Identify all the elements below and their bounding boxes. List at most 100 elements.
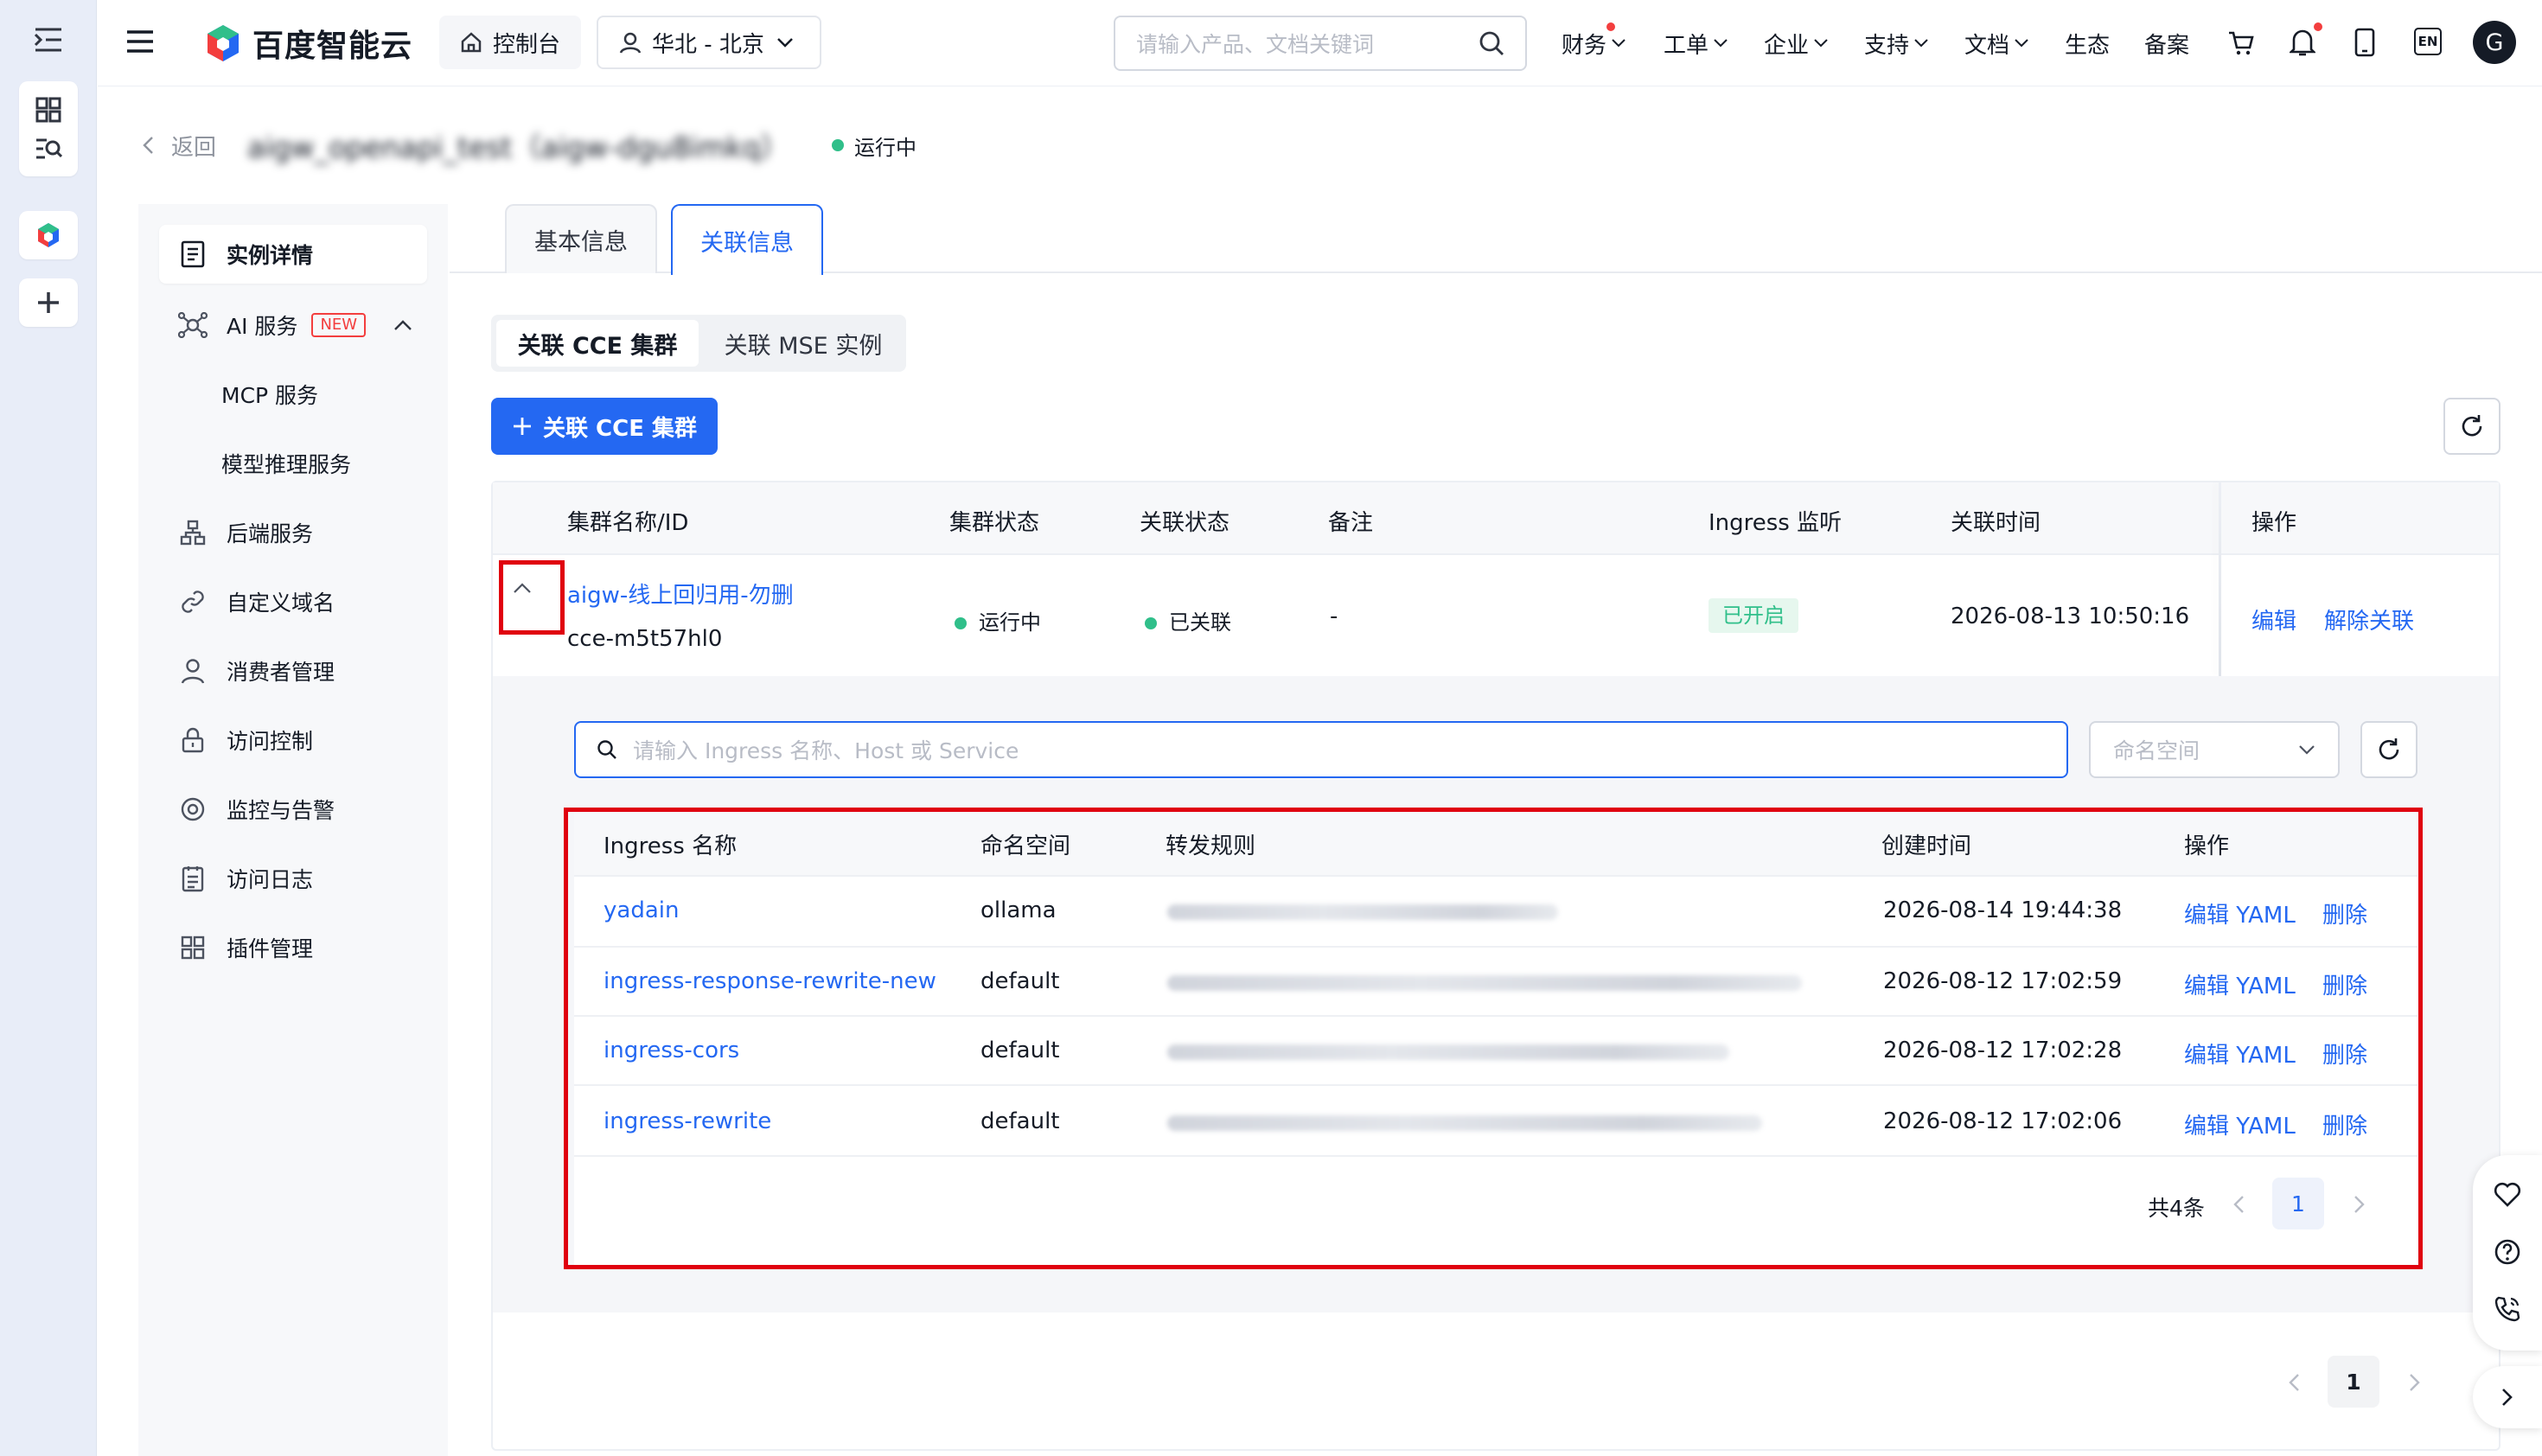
mobile-icon[interactable] bbox=[2354, 28, 2376, 57]
avatar-letter: G bbox=[2485, 29, 2504, 56]
grid-icon bbox=[178, 933, 208, 962]
product-cube-icon[interactable] bbox=[19, 211, 78, 259]
namespace-select[interactable]: 命名空间 bbox=[2089, 721, 2340, 778]
outer-next-page-icon[interactable] bbox=[2409, 1373, 2421, 1392]
bell-icon[interactable] bbox=[2290, 28, 2315, 57]
col-cluster-status: 集群状态 bbox=[949, 510, 1040, 536]
global-search-input[interactable]: 请输入产品、文档关键词 bbox=[1136, 28, 1374, 59]
sidebar-item-access-log[interactable]: 访问日志 bbox=[159, 849, 427, 908]
cluster-name-link[interactable]: aigw-线上回归用-勿删 bbox=[567, 578, 794, 610]
sidebar-item-ai-service[interactable]: AI 服务 NEW bbox=[159, 296, 427, 354]
global-search[interactable]: 请输入产品、文档关键词 bbox=[1114, 16, 1527, 71]
floating-expand-button[interactable] bbox=[2473, 1366, 2542, 1428]
sidebar-item-plugin[interactable]: 插件管理 bbox=[159, 918, 427, 977]
segment-cce-label: 关联 CCE 集群 bbox=[517, 332, 678, 360]
segment-mse-label: 关联 MSE 实例 bbox=[724, 332, 883, 360]
sidebar-item-access-control[interactable]: 访问控制 bbox=[159, 711, 427, 770]
cluster-status: 运行中 bbox=[955, 605, 1041, 635]
chevron-down-icon bbox=[1814, 39, 1828, 48]
log-icon bbox=[178, 864, 208, 893]
floating-toolbar bbox=[2473, 1155, 2542, 1351]
menu-enterprise[interactable]: 企业 bbox=[1764, 0, 1828, 86]
sidebar-item-label: 自定义域名 bbox=[227, 591, 335, 616]
unlink-button[interactable]: 解除关联 bbox=[2324, 603, 2414, 635]
hamburger-menu-icon[interactable] bbox=[126, 29, 154, 54]
sidebar-item-mcp-service[interactable]: MCP 服务 bbox=[159, 365, 427, 424]
instance-title: aigw_openapi_test（aigw-dgu8imkq） bbox=[247, 125, 789, 166]
cluster-id: cce-m5t57hl0 bbox=[567, 626, 723, 652]
phone-icon[interactable] bbox=[2494, 1295, 2521, 1323]
tab-related-info[interactable]: 关联信息 bbox=[671, 204, 823, 275]
brand-name: 百度智能云 bbox=[252, 29, 413, 64]
ingress-search-input[interactable]: 请输入 Ingress 名称、Host 或 Service bbox=[633, 734, 1019, 765]
ingress-search[interactable]: 请输入 Ingress 名称、Host 或 Service bbox=[574, 721, 2068, 778]
relation-status: 已关联 bbox=[1145, 605, 1231, 635]
fixed-column-divider bbox=[2219, 482, 2221, 676]
sidebar-item-custom-domain[interactable]: 自定义域名 bbox=[159, 572, 427, 631]
tab-basic-info[interactable]: 基本信息 bbox=[505, 204, 657, 273]
finance-notice-dot bbox=[1606, 22, 1615, 31]
ingress-refresh-button[interactable] bbox=[2360, 721, 2417, 778]
sidebar-item-model-inference[interactable]: 模型推理服务 bbox=[159, 434, 427, 493]
menu-finance[interactable]: 财务 bbox=[1562, 0, 1625, 86]
menu-enterprise-label: 企业 bbox=[1764, 32, 1810, 59]
add-icon[interactable] bbox=[19, 278, 78, 327]
collapse-menu-icon[interactable] bbox=[19, 16, 78, 64]
help-icon[interactable] bbox=[2494, 1238, 2521, 1266]
highlight-expand-toggle bbox=[499, 560, 565, 635]
region-label: 华北 - 北京 bbox=[652, 31, 764, 58]
menu-support[interactable]: 支持 bbox=[1864, 0, 1928, 86]
col-remark: 备注 bbox=[1328, 510, 1374, 536]
sidebar-item-instance-detail[interactable]: 实例详情 bbox=[159, 225, 427, 284]
col-cluster-name: 集群名称/ID bbox=[567, 510, 689, 536]
col-relation-time: 关联时间 bbox=[1951, 510, 2041, 536]
home-icon bbox=[461, 32, 482, 53]
segment-control: 关联 CCE 集群 关联 MSE 实例 bbox=[491, 315, 906, 372]
dashboard-grid-icon[interactable] bbox=[35, 97, 61, 123]
chevron-down-icon bbox=[2015, 39, 2028, 48]
segment-mse[interactable]: 关联 MSE 实例 bbox=[706, 320, 901, 367]
sidebar-item-label: 消费者管理 bbox=[227, 660, 335, 685]
outer-page-number[interactable]: 1 bbox=[2328, 1356, 2379, 1408]
menu-ticket[interactable]: 工单 bbox=[1664, 0, 1728, 86]
outer-page-number-label: 1 bbox=[2346, 1369, 2361, 1395]
cluster-status-label: 运行中 bbox=[979, 610, 1041, 635]
console-button[interactable]: 控制台 bbox=[439, 16, 581, 69]
heart-icon[interactable] bbox=[2494, 1181, 2521, 1207]
chevron-down-icon bbox=[2299, 745, 2315, 755]
brand-logo[interactable]: 百度智能云 bbox=[202, 22, 412, 64]
avatar[interactable]: G bbox=[2473, 21, 2516, 64]
menu-ecosystem[interactable]: 生态 bbox=[2065, 0, 2110, 86]
new-badge: NEW bbox=[311, 313, 367, 337]
monitor-icon bbox=[178, 795, 208, 824]
highlight-ingress-table bbox=[564, 808, 2423, 1269]
status-dot bbox=[832, 139, 844, 151]
search-icon[interactable] bbox=[1479, 30, 1504, 56]
refresh-button[interactable] bbox=[2443, 398, 2500, 455]
back-link[interactable]: 返回 bbox=[142, 130, 216, 161]
cluster-table-header bbox=[493, 482, 2499, 555]
rail-group bbox=[19, 81, 78, 176]
language-label: EN bbox=[2417, 34, 2438, 49]
sidebar-item-backend[interactable]: 后端服务 bbox=[159, 503, 427, 562]
cart-icon[interactable] bbox=[2227, 29, 2255, 57]
language-switch[interactable]: EN bbox=[2414, 28, 2442, 55]
outer-prev-page-icon[interactable] bbox=[2288, 1373, 2300, 1392]
menu-docs[interactable]: 文档 bbox=[1964, 0, 2028, 86]
menu-filing[interactable]: 备案 bbox=[2144, 0, 2189, 86]
link-icon bbox=[178, 587, 208, 616]
search-list-icon[interactable] bbox=[35, 137, 62, 161]
chevron-up-icon[interactable] bbox=[393, 319, 412, 331]
sidebar-item-label: 访问控制 bbox=[227, 729, 314, 754]
col-relation-status: 关联状态 bbox=[1140, 510, 1230, 536]
chevron-down-icon bbox=[777, 38, 793, 48]
edit-button[interactable]: 编辑 bbox=[2251, 603, 2296, 635]
sidebar-item-consumer[interactable]: 消费者管理 bbox=[159, 642, 427, 700]
sidebar-item-monitor[interactable]: 监控与告警 bbox=[159, 780, 427, 839]
user-region-icon bbox=[619, 32, 642, 54]
ingress-status-tag: 已开启 bbox=[1709, 598, 1798, 633]
ingress-status-label: 已开启 bbox=[1709, 598, 1798, 633]
segment-cce[interactable]: 关联 CCE 集群 bbox=[496, 320, 699, 367]
add-cce-cluster-button[interactable]: 关联 CCE 集群 bbox=[491, 398, 718, 455]
region-selector[interactable]: 华北 - 北京 bbox=[597, 16, 821, 69]
